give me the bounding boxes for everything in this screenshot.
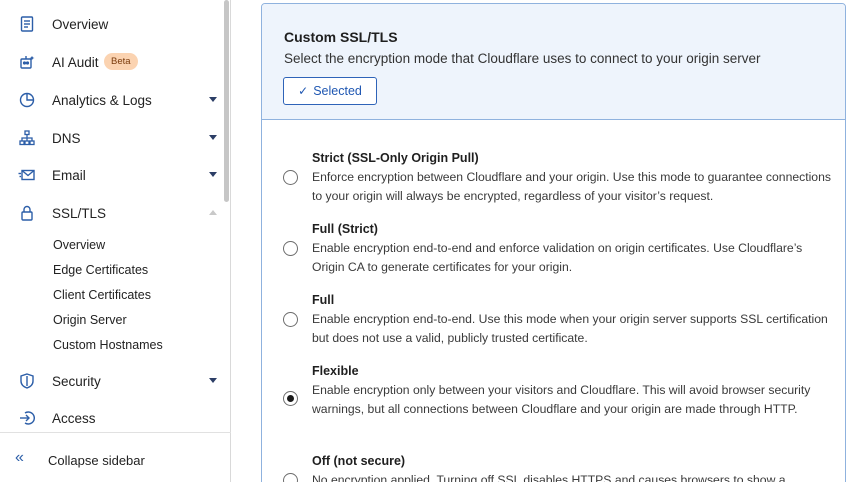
envelope-icon [18,166,36,184]
sidebar-item-analytics-logs[interactable]: Analytics & Logs [0,85,224,115]
sidebar-subitem-origin-server[interactable]: Origin Server [53,313,127,327]
card-subtitle: Select the encryption mode that Cloudfla… [284,51,761,66]
radio-off[interactable] [283,473,298,482]
sidebar-item-email[interactable]: Email [0,160,224,190]
sidebar-item-label: Analytics & Logs [52,92,152,108]
custom-ssl-tls-card: Custom SSL/TLS Select the encryption mod… [261,3,846,482]
option-description: Enable encryption end-to-end. Use this m… [312,312,828,345]
option-description: Enable encryption only between your visi… [312,383,811,416]
radio-flexible[interactable] [283,391,298,406]
selected-button[interactable]: ✓ Selected [283,77,377,105]
sidebar-item-security[interactable]: Security [0,366,224,396]
document-icon [18,15,36,33]
sidebar-subitem-client-certificates[interactable]: Client Certificates [53,288,151,302]
radio-strict[interactable] [283,170,298,185]
sidebar-item-label: SSL/TLS [52,205,107,221]
sidebar-item-ssl-tls[interactable]: SSL/TLS [0,198,224,228]
chevron-down-icon[interactable] [209,97,217,102]
chevron-down-icon[interactable] [209,172,217,177]
option-title: Full [312,293,335,307]
sidebar-footer: « Collapse sidebar [0,432,231,482]
sidebar-item-label: Security [52,373,101,389]
chevron-down-icon[interactable] [209,378,217,383]
sidebar-item-label: Email [52,167,86,183]
collapse-sidebar-button[interactable]: « Collapse sidebar [0,433,231,482]
option-title: Strict (SSL-Only Origin Pull) [312,151,479,165]
sidebar-item-label: AI Audit [52,54,99,70]
login-icon [18,409,36,427]
network-icon [18,129,36,147]
sidebar-item-label: Overview [52,16,109,32]
option-title: Flexible [312,364,359,378]
sidebar-item-label: Access [52,410,96,426]
sidebar-item-dns[interactable]: DNS [0,123,224,153]
check-icon: ✓ [298,84,309,98]
robot-icon [18,53,36,71]
option-title: Off (not secure) [312,454,406,468]
sidebar-subitem-overview[interactable]: Overview [53,238,105,252]
sidebar-subitem-custom-hostnames[interactable]: Custom Hostnames [53,338,163,352]
pie-chart-icon [18,91,36,109]
shield-icon [18,372,36,390]
radio-full[interactable] [283,312,298,327]
sidebar-subitem-edge-certificates[interactable]: Edge Certificates [53,263,148,277]
chevron-down-icon[interactable] [209,135,217,140]
option-title: Full (Strict) [312,222,378,236]
double-chevron-left-icon: « [15,449,24,466]
option-description: Enable encryption end-to-end and enforce… [312,241,803,274]
card-header: Custom SSL/TLS Select the encryption mod… [262,4,845,120]
sidebar-item-ai-audit[interactable]: AI Audit Beta [0,47,224,77]
sidebar-scrollbar[interactable] [224,0,229,202]
selected-button-label: Selected [313,84,362,98]
chevron-up-icon[interactable] [209,210,217,215]
option-description: Enforce encryption between Cloudflare an… [312,170,831,203]
radio-full-strict[interactable] [283,241,298,256]
lock-icon [18,204,36,222]
card-title: Custom SSL/TLS [284,29,398,45]
collapse-sidebar-label: Collapse sidebar [48,453,145,468]
sidebar: Overview AI Audit Beta Analytics & Logs … [0,0,231,482]
option-description: No encryption applied. Turning off SSL d… [312,473,786,482]
sidebar-item-label: DNS [52,130,81,146]
sidebar-item-access[interactable]: Access [0,403,224,433]
beta-badge: Beta [104,53,138,70]
sidebar-item-overview[interactable]: Overview [0,9,224,39]
